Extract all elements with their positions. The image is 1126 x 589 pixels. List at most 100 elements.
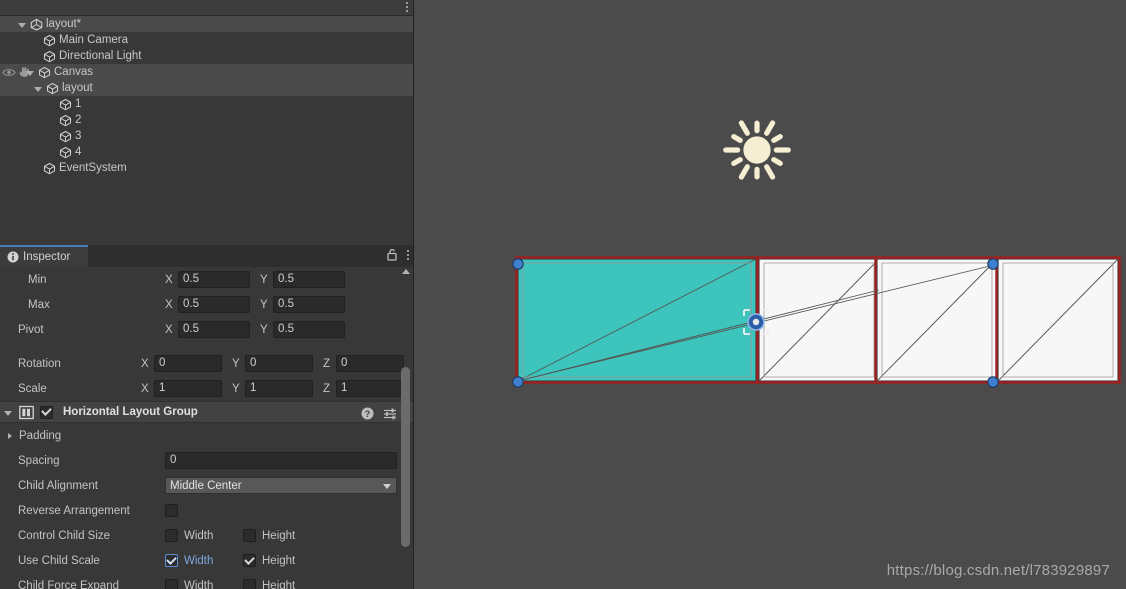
reverse-arrangement-checkbox[interactable] [165,504,178,517]
child-alignment-dropdown[interactable]: Middle Center [165,477,397,494]
numeric-input-rotation-y[interactable]: 0 [245,355,313,372]
checkbox-control-child-size-width[interactable] [165,529,178,542]
numeric-input-rotation-z[interactable]: 0 [336,355,404,372]
hierarchy-header [0,0,414,16]
gameobject-cube-icon [38,66,51,78]
hierarchy-row-content: layout* [18,18,81,31]
resize-handle-2[interactable] [987,258,999,270]
padding-foldout-icon[interactable] [8,432,12,439]
toggle-group-height: Height [243,579,321,589]
numeric-input-scale-z[interactable]: 1 [336,380,404,397]
row-reverse-arrangement: Reverse Arrangement [0,498,414,523]
checkbox-child-force-expand-height[interactable] [243,579,256,589]
row-use-child-scale: Use Child Scale Width Height [0,548,414,573]
vector-field-z: Z1 [323,380,404,397]
axis-label-y: Y [260,323,268,336]
hierarchy-row-canvas[interactable]: Canvas [0,64,414,80]
tab-inspector-label: Inspector [23,251,71,263]
axis-label-z: Z [323,382,331,395]
checkbox-label-width: Width [184,529,214,542]
checkbox-label-height: Height [262,579,296,589]
watermark-text: https://blog.csdn.net/l783929897 [886,562,1110,579]
hierarchy-tree[interactable]: layout* Main Camera Directional Light Canva… [0,16,414,245]
info-icon [7,251,19,263]
numeric-input-pivot-x[interactable]: 0.5 [178,321,250,338]
sun-ray [771,157,783,167]
preset-settings-icon[interactable] [383,407,397,420]
inspector-kebab-menu-icon[interactable] [407,249,409,260]
numeric-input-min-x[interactable]: 0.5 [178,271,250,288]
field-label: Max [28,298,50,311]
help-icon[interactable]: ? [361,407,374,420]
checkbox-use-child-scale-height[interactable] [243,554,256,567]
axis-label-y: Y [260,273,268,286]
tab-inspector[interactable]: Inspector [0,245,88,267]
inspector-scrollbar[interactable] [399,269,412,587]
hierarchy-row-directional-light[interactable]: Directional Light [0,48,414,64]
row-spacing: Spacing 0 [0,448,414,473]
foldout-triangle-icon[interactable] [18,22,26,28]
gameobject-cube-icon [59,146,72,158]
hierarchy-row-4[interactable]: 4 [0,144,414,160]
component-header-horizontal-layout-group[interactable]: Horizontal Layout Group ? [0,401,414,423]
hierarchy-row-content: Directional Light [34,50,141,63]
sun-light-gizmo-icon [723,120,791,180]
inspector-body: Min X 0.5 Y 0.5 Max X 0.5 Y 0.5 Pivot X 0.5 Y 0.5 Rotat… [0,267,414,589]
checkbox-label-width: Width [184,579,214,589]
resize-handle-3[interactable] [987,376,999,388]
numeric-input-scale-y[interactable]: 1 [245,380,313,397]
hierarchy-row-1[interactable]: 1 [0,96,414,112]
sun-ray [738,164,750,180]
foldout-spacer [50,118,55,123]
foldout-spacer [34,38,39,43]
numeric-input-max-x[interactable]: 0.5 [178,296,250,313]
numeric-input-min-y[interactable]: 0.5 [273,271,345,288]
toggle-group-width: Width [165,579,243,589]
foldout-triangle-icon[interactable] [4,410,12,416]
axis-label-z: Z [323,357,331,370]
sun-ray [738,120,750,136]
axis-label-x: X [141,382,149,395]
row-scale: Scale X 1 Y 1 Z 1 [0,376,414,401]
hierarchy-row-main-camera[interactable]: Main Camera [0,32,414,48]
foldout-triangle-icon[interactable] [26,70,34,76]
hierarchy-row-eventsystem[interactable]: EventSystem [0,160,414,176]
checkbox-control-child-size-height[interactable] [243,529,256,542]
hierarchy-row-label: layout* [46,18,82,30]
numeric-input-pivot-y[interactable]: 0.5 [273,321,345,338]
hierarchy-kebab-menu-icon[interactable] [406,2,408,12]
row-child-force-expand: Child Force Expand Width Height [0,573,414,589]
scrollbar-thumb[interactable] [401,367,410,547]
eye-icon[interactable] [2,67,16,78]
hierarchy-row-content: 3 [50,130,81,143]
numeric-input-scale-x[interactable]: 1 [154,380,222,397]
lock-open-icon[interactable] [386,248,398,261]
vector-field-x: X1 [141,380,222,397]
component-enabled-checkbox[interactable] [40,405,53,419]
checkbox-child-force-expand-width[interactable] [165,579,178,589]
hierarchy-row-3[interactable]: 3 [0,128,414,144]
foldout-triangle-icon[interactable] [34,86,42,92]
toggle-row-label: Child Force Expand [18,579,119,589]
inspector-tabbar: Inspector [0,245,414,267]
numeric-input-max-y[interactable]: 0.5 [273,296,345,313]
resize-handle-1[interactable] [512,376,524,388]
numeric-input-rotation-x[interactable]: 0 [154,355,222,372]
gameobject-cube-icon [46,82,59,94]
axis-label-y: Y [260,298,268,311]
scroll-up-arrow-icon[interactable] [402,269,410,274]
hierarchy-row-2[interactable]: 2 [0,112,414,128]
row-padding[interactable]: Padding [0,423,414,448]
hierarchy-row-layout[interactable]: layout [0,80,414,96]
resize-handle-0[interactable] [512,258,524,270]
spacing-input[interactable]: 0 [165,452,397,469]
vector-field-x: X 0.5 [165,271,250,288]
checkbox-use-child-scale-width[interactable] [165,554,178,567]
child-alignment-value: Middle Center [170,479,242,492]
field-spacer [0,342,414,351]
hierarchy-row-layout[interactable]: layout* [0,16,414,32]
hierarchy-row-label: EventSystem [59,162,127,174]
rect-transform-fields: Min X 0.5 Y 0.5 Max X 0.5 Y 0.5 Pivot X 0.5 Y 0.5 Rotat… [0,267,414,401]
scene-view[interactable]: https://blog.csdn.net/l783929897 [414,0,1126,589]
hierarchy-row-label: Directional Light [59,50,142,62]
